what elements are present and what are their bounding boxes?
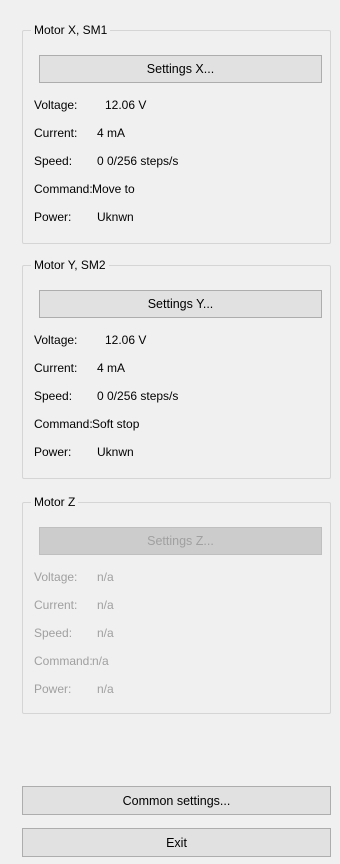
current-value: 4 mA [97,361,126,375]
motor-x-group: Motor X, SM1 Settings X... Voltage: 12.0… [22,22,331,244]
speed-row: Speed: 0 0/256 steps/s [34,387,324,405]
motor-x-title: Motor X, SM1 [31,22,111,38]
power-value: n/a [97,682,114,696]
voltage-row: Voltage: n/a [34,568,324,586]
power-row: Power: Uknwn [34,208,324,226]
speed-value: 0 0/256 steps/s [97,389,179,403]
power-value: Uknwn [97,210,134,224]
power-label: Power: [34,445,72,459]
command-row: Command: Move to [34,180,324,198]
current-row: Current: 4 mA [34,124,324,142]
command-value: n/a [92,654,109,668]
settings-y-button[interactable]: Settings Y... [39,290,322,318]
current-label: Current: [34,126,78,140]
current-value: n/a [97,598,114,612]
power-row: Power: n/a [34,680,324,698]
speed-label: Speed: [34,626,73,640]
speed-value: 0 0/256 steps/s [97,154,179,168]
motor-y-group: Motor Y, SM2 Settings Y... Voltage: 12.0… [22,257,331,479]
speed-row: Speed: n/a [34,624,324,642]
voltage-value: 12.06 V [105,98,147,112]
power-label: Power: [34,682,72,696]
current-row: Current: 4 mA [34,359,324,377]
common-settings-button[interactable]: Common settings... [22,786,331,815]
settings-z-button[interactable]: Settings Z... [39,527,322,555]
speed-label: Speed: [34,154,73,168]
current-row: Current: n/a [34,596,324,614]
command-row: Command: n/a [34,652,324,670]
voltage-row: Voltage: 12.06 V [34,96,324,114]
current-label: Current: [34,361,78,375]
settings-x-button[interactable]: Settings X... [39,55,322,83]
current-label: Current: [34,598,78,612]
voltage-value: n/a [97,570,114,584]
voltage-row: Voltage: 12.06 V [34,331,324,349]
voltage-label: Voltage: [34,570,78,584]
voltage-label: Voltage: [34,98,78,112]
command-value: Move to [92,182,135,196]
motor-z-title: Motor Z [31,494,79,510]
speed-row: Speed: 0 0/256 steps/s [34,152,324,170]
voltage-label: Voltage: [34,333,78,347]
motor-y-title: Motor Y, SM2 [31,257,109,273]
power-label: Power: [34,210,72,224]
command-label: Command: [34,182,93,196]
command-label: Command: [34,654,93,668]
speed-label: Speed: [34,389,73,403]
power-value: Uknwn [97,445,134,459]
motor-z-group: Motor Z Settings Z... Voltage: n/a Curre… [22,494,331,714]
speed-value: n/a [97,626,114,640]
command-row: Command: Soft stop [34,415,324,433]
power-row: Power: Uknwn [34,443,324,461]
command-value: Soft stop [92,417,140,431]
command-label: Command: [34,417,93,431]
current-value: 4 mA [97,126,126,140]
voltage-value: 12.06 V [105,333,147,347]
exit-button[interactable]: Exit [22,828,331,857]
